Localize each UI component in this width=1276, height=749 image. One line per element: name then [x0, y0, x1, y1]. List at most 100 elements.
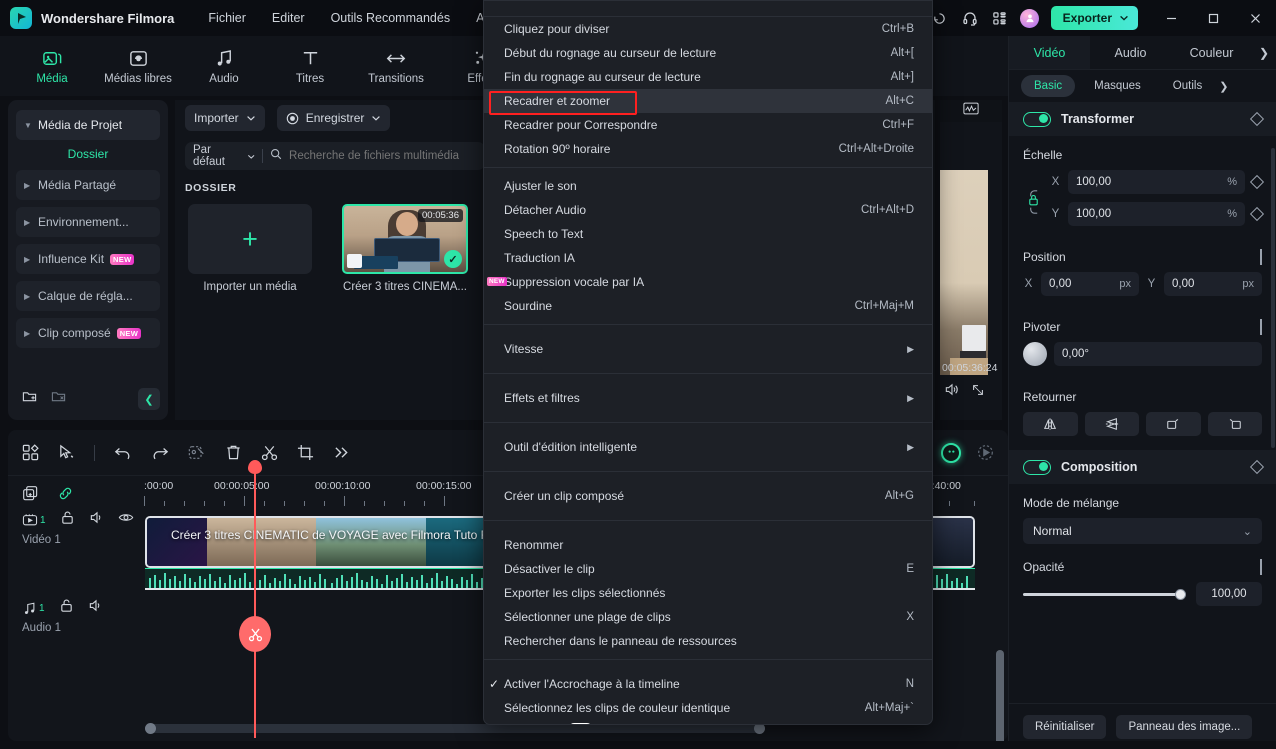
ribbon-item-titres[interactable]: Titres — [280, 47, 340, 85]
sidebar-dossier-tab[interactable]: Dossier — [16, 147, 160, 161]
sort-dropdown[interactable]: Par défaut — [193, 144, 255, 168]
keyframe-diamond-icon[interactable] — [1249, 459, 1265, 475]
position-keyframe-icon[interactable] — [1260, 249, 1262, 265]
marker-icon[interactable] — [188, 444, 206, 461]
menu-item-rechercher-panneau-ressources[interactable]: Rechercher dans le panneau de ressources — [484, 629, 932, 653]
collapse-panel-icon[interactable]: ❮ — [138, 388, 160, 410]
maximize-button[interactable] — [1192, 0, 1234, 36]
export-button[interactable]: Exporter — [1050, 6, 1138, 30]
tab-video[interactable]: Vidéo — [1009, 36, 1090, 69]
search-input[interactable] — [289, 150, 477, 162]
ribbon-item-medias-libres[interactable]: Médias libres — [104, 47, 172, 85]
rotate-keyframe-icon[interactable] — [1260, 319, 1262, 335]
lock-icon[interactable] — [60, 510, 75, 530]
mute-icon[interactable] — [88, 598, 103, 618]
opacity-keyframe-icon[interactable] — [1260, 559, 1262, 575]
volume-icon[interactable] — [944, 382, 959, 402]
lock-icon[interactable] — [59, 598, 74, 618]
rotate-input[interactable]: 0,00° — [1054, 342, 1262, 366]
menu-item-cliquez-pour-diviser[interactable]: Cliquez pour diviser Ctrl+B — [484, 17, 932, 41]
scale-x-input[interactable]: 100,00 % — [1068, 170, 1245, 194]
sidebar-item-calque-de-reglage[interactable]: ▶ Calque de régla... — [16, 281, 160, 311]
headset-icon[interactable] — [955, 3, 985, 33]
apps-grid-icon[interactable] — [985, 3, 1015, 33]
position-x-input[interactable]: 0,00 px — [1041, 272, 1139, 296]
delete-folder-icon[interactable] — [51, 389, 66, 409]
flip-vertical-icon[interactable] — [1084, 412, 1139, 436]
add-track-icon[interactable] — [22, 485, 39, 502]
composition-toggle[interactable] — [1023, 459, 1051, 475]
position-y-input[interactable]: 0,00 px — [1164, 272, 1262, 296]
blend-mode-select[interactable]: Normal ⌄ — [1023, 518, 1262, 544]
import-media-card[interactable]: + Importer un média — [188, 204, 312, 293]
delete-icon[interactable] — [225, 444, 242, 461]
ribbon-item-transitions[interactable]: Transitions — [366, 47, 426, 85]
menu-item-selectionner-clips-couleur-identique[interactable]: Sélectionnez les clips de couleur identi… — [484, 696, 932, 720]
sidebar-item-media-de-projet[interactable]: ▼ Média de Projet — [16, 110, 160, 140]
menu-item-speech-to-text[interactable]: Speech to Text — [484, 222, 932, 246]
scale-y-keyframe-icon[interactable] — [1249, 206, 1265, 222]
menu-fichier[interactable]: Fichier — [208, 11, 246, 25]
crop-icon[interactable] — [297, 444, 314, 461]
menu-item-traduction-ia[interactable]: Traduction IA — [484, 246, 932, 270]
menu-item-activer-accrochage[interactable]: ✓ Activer l'Accrochage à la timeline N — [484, 672, 932, 696]
tab-audio[interactable]: Audio — [1090, 36, 1171, 69]
menu-item-selectionner-plage-de-clips[interactable]: Sélectionner une plage de clips X — [484, 605, 932, 629]
import-button[interactable]: Importer — [185, 105, 265, 131]
link-icon[interactable] — [57, 485, 74, 502]
media-clip-card[interactable]: 00:05:36 ✓ Créer 3 titres CINEMA... — [342, 204, 468, 293]
ai-assistant-icon[interactable] — [941, 442, 961, 463]
ribbon-item-audio[interactable]: Audio — [194, 47, 254, 85]
rotate-left-icon[interactable] — [1207, 412, 1262, 436]
media-clip-thumbnail[interactable]: 00:05:36 ✓ — [342, 204, 468, 274]
avatar[interactable] — [1015, 3, 1045, 33]
fullscreen-icon[interactable] — [971, 383, 985, 402]
minimize-button[interactable] — [1150, 0, 1192, 36]
reset-button[interactable]: Réinitialiser — [1023, 714, 1107, 739]
flip-horizontal-icon[interactable] — [1023, 412, 1078, 436]
ribbon-item-media[interactable]: Média — [22, 47, 82, 85]
menu-item-exporter-clips-selectionnes[interactable]: Exporter les clips sélectionnés — [484, 581, 932, 605]
properties-scrollbar[interactable] — [1271, 148, 1275, 448]
layout-grid-icon[interactable] — [22, 444, 39, 461]
timeline-vertical-scrollbar[interactable] — [996, 650, 1004, 749]
waveform-scope-icon[interactable] — [963, 102, 979, 120]
menu-item-rotation-90[interactable]: Rotation 90º horaire Ctrl+Alt+Droite — [484, 137, 932, 161]
playhead-handle[interactable] — [248, 460, 262, 474]
close-button[interactable] — [1234, 0, 1276, 36]
tab-couleur[interactable]: Couleur — [1171, 36, 1252, 69]
more-chevrons-icon[interactable] — [333, 445, 350, 460]
opacity-slider[interactable] — [1023, 588, 1186, 600]
sidebar-item-clip-compose[interactable]: ▶ Clip composé NEW — [16, 318, 160, 348]
eye-icon[interactable] — [118, 510, 134, 530]
split-clip-button[interactable] — [239, 616, 271, 652]
menu-item-vitesse[interactable]: Vitesse ▶ — [484, 337, 932, 361]
transform-toggle[interactable] — [1023, 111, 1051, 127]
redo-icon[interactable] — [151, 445, 169, 461]
menu-item-ajuster-le-son[interactable]: Ajuster le son — [484, 174, 932, 198]
import-media-dropzone[interactable]: + — [188, 204, 312, 274]
scale-x-keyframe-icon[interactable] — [1249, 174, 1265, 190]
subtab-basic[interactable]: Basic — [1021, 75, 1076, 97]
scroll-handle-left[interactable] — [145, 723, 156, 734]
menu-item-desactiver-le-clip[interactable]: Désactiver le clip E — [484, 557, 932, 581]
slider-thumb[interactable] — [1175, 588, 1186, 600]
rotate-right-icon[interactable] — [1146, 412, 1201, 436]
timeline-horizontal-scrollbar[interactable] — [145, 723, 765, 734]
menu-item-recadrer-et-zoomer[interactable]: Recadrer et zoomer Alt+C — [484, 89, 932, 115]
render-preview-icon[interactable] — [977, 444, 994, 461]
sidebar-item-environnement[interactable]: ▶ Environnement... — [16, 207, 160, 237]
mute-icon[interactable] — [89, 510, 104, 530]
menu-item-renommer[interactable]: Renommer — [484, 533, 932, 557]
scale-y-input[interactable]: 100,00 % — [1068, 202, 1245, 226]
menu-item-creer-clip-compose[interactable]: Créer un clip composé Alt+G — [484, 484, 932, 508]
menu-item-suppression-vocale-ia[interactable]: NEW Suppression vocale par IA — [484, 270, 932, 294]
selection-tool-icon[interactable] — [58, 444, 75, 461]
sidebar-item-media-partage[interactable]: ▶ Média Partagé — [16, 170, 160, 200]
menu-editer[interactable]: Editer — [272, 11, 305, 25]
menu-outils-recommandes[interactable]: Outils Recommandés — [331, 11, 451, 25]
menu-item-effets-et-filtres[interactable]: Effets et filtres ▶ — [484, 386, 932, 410]
subtab-masques[interactable]: Masques — [1081, 75, 1154, 97]
menu-item-fin-rognage[interactable]: Fin du rognage au curseur de lecture Alt… — [484, 65, 932, 89]
menu-item-outil-edition-intelligente[interactable]: Outil d'édition intelligente ▶ — [484, 435, 932, 459]
